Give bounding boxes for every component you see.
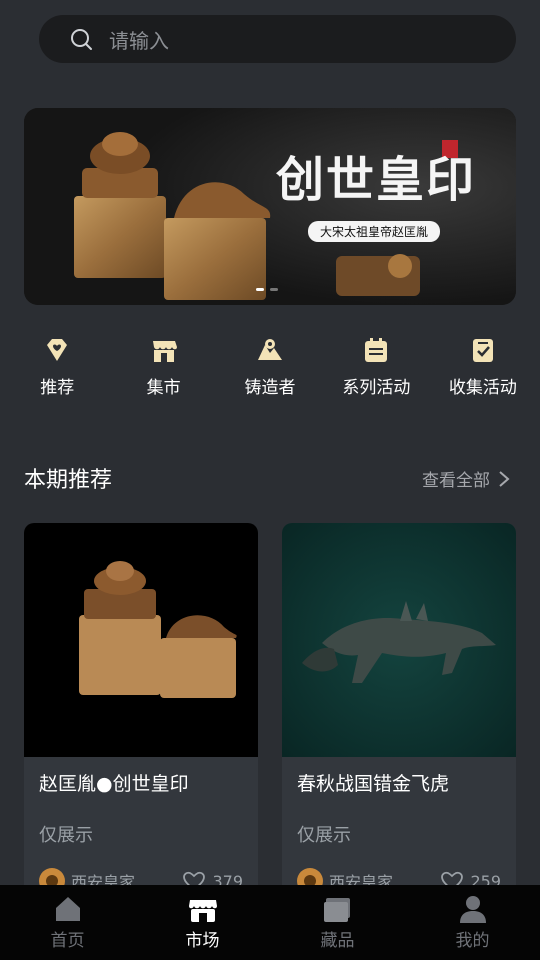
diamond-heart-icon: [47, 339, 68, 361]
tab-label: 我的: [455, 931, 490, 951]
bottom-tab-bar: 首页 市场 藏品 我的: [0, 885, 540, 960]
product-card[interactable]: 赵匡胤●创世皇印 仅展示 西安皇家 379: [24, 523, 258, 903]
profile-icon: [459, 896, 486, 923]
search-input[interactable]: 请输入: [109, 25, 169, 54]
tab-collection[interactable]: 藏品: [270, 894, 405, 951]
creator-icon: [258, 339, 283, 360]
menu-label: 收集活动: [448, 378, 517, 398]
category-menu: 推荐 集市 铸造者 系列活动 收集活动: [0, 335, 540, 398]
menu-item-collect-events[interactable]: 收集活动: [430, 335, 536, 398]
banner-carousel[interactable]: 创世皇印 大宋太祖皇帝赵匡胤: [24, 108, 516, 305]
tab-label: 市场: [185, 931, 220, 951]
menu-item-creator[interactable]: 铸造者: [217, 335, 323, 398]
see-all-label: 查看全部: [422, 471, 490, 491]
product-image: [24, 523, 258, 757]
market-icon: [188, 900, 217, 922]
menu-label: 集市: [146, 378, 181, 398]
product-status: 仅展示: [297, 825, 351, 846]
product-card[interactable]: 春秋战国错金飞虎 仅展示 西安皇家 259: [282, 523, 516, 903]
checklist-icon: [472, 339, 493, 362]
carousel-dot-active: [256, 288, 264, 291]
tab-home[interactable]: 首页: [0, 894, 135, 951]
product-image: [282, 523, 516, 757]
tab-market[interactable]: 市场: [135, 894, 270, 951]
carousel-indicator: [256, 288, 278, 291]
product-name: 赵匡胤●创世皇印: [39, 773, 189, 795]
product-name: 春秋战国错金飞虎: [297, 773, 450, 795]
tab-profile[interactable]: 我的: [405, 894, 540, 951]
menu-label: 推荐: [40, 378, 75, 398]
product-status: 仅展示: [39, 825, 93, 846]
collection-icon: [323, 898, 350, 922]
tab-label: 首页: [50, 931, 85, 951]
see-all-link[interactable]: 查看全部: [422, 466, 510, 491]
banner-subtitle: 大宋太祖皇帝赵匡胤: [308, 221, 441, 242]
menu-item-market[interactable]: 集市: [110, 335, 216, 398]
search-icon: [71, 29, 92, 50]
store-icon: [152, 341, 177, 362]
chevron-right-icon: [499, 470, 510, 487]
calendar-icon: [365, 338, 388, 362]
menu-item-series-events[interactable]: 系列活动: [323, 335, 429, 398]
section-title: 本期推荐: [24, 468, 113, 493]
carousel-dot: [270, 288, 278, 291]
menu-label: 铸造者: [244, 378, 296, 398]
menu-item-recommend[interactable]: 推荐: [4, 335, 110, 398]
banner-title: 创世皇印: [276, 152, 477, 208]
home-icon: [55, 897, 80, 921]
menu-label: 系列活动: [342, 378, 411, 398]
tab-label: 藏品: [320, 931, 355, 951]
search-bar[interactable]: 请输入: [39, 15, 516, 63]
